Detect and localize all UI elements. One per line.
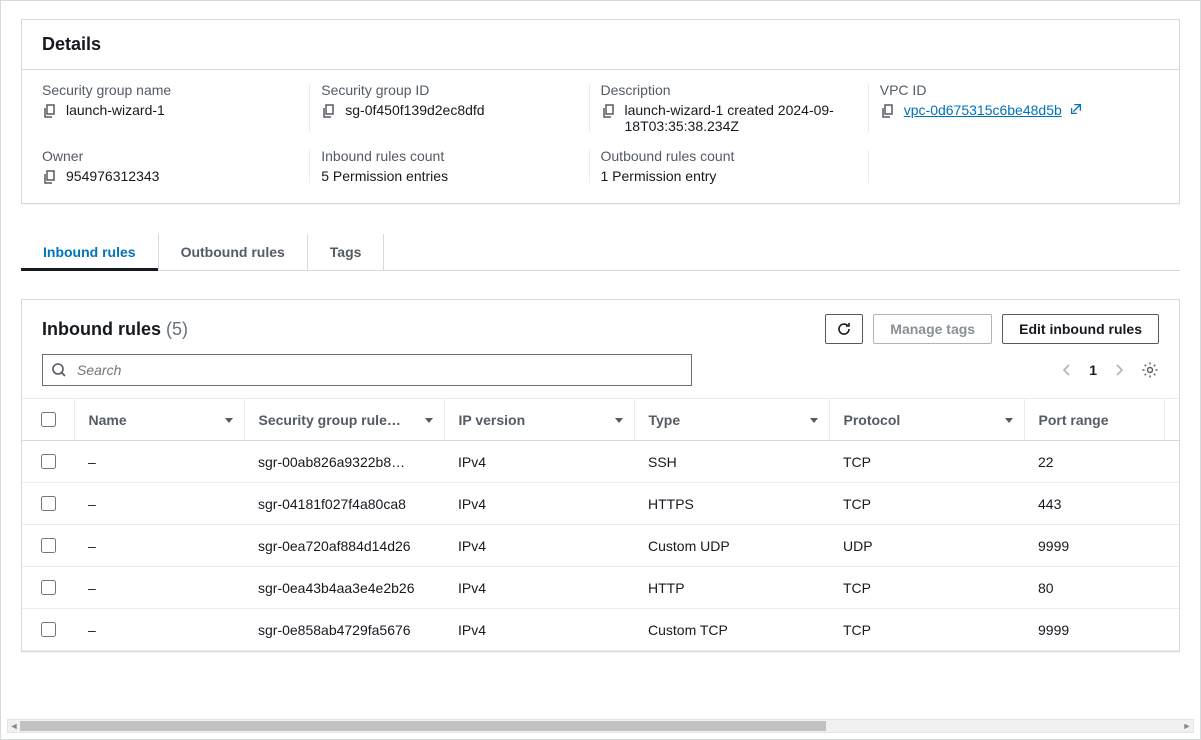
prev-page-button[interactable] [1061, 364, 1073, 376]
sort-icon[interactable] [809, 415, 819, 425]
description-label: Description [601, 82, 859, 98]
outbound-count-label: Outbound rules count [601, 148, 859, 164]
search-icon [51, 362, 67, 378]
inbound-count-label: Inbound rules count [321, 148, 579, 164]
row-checkbox[interactable] [41, 580, 56, 595]
tab-inbound-rules[interactable]: Inbound rules [21, 234, 159, 270]
cell-port-range: 9999 [1024, 609, 1164, 651]
vpc-id-link[interactable]: vpc-0d675315c6be48d5b [904, 102, 1062, 118]
cell-ip-version: IPv4 [444, 609, 634, 651]
sg-id-label: Security group ID [321, 82, 579, 98]
row-checkbox[interactable] [41, 622, 56, 637]
sort-icon[interactable] [614, 415, 624, 425]
cell-rule-id: sgr-00ab826a9322b8… [244, 441, 444, 483]
manage-tags-button[interactable]: Manage tags [873, 314, 992, 344]
inbound-count-value: 5 Permission entries [321, 168, 448, 184]
rules-count: (5) [166, 319, 188, 339]
sort-icon[interactable] [224, 415, 234, 425]
table-row[interactable]: –sgr-04181f027f4a80ca8IPv4HTTPSTCP443 [22, 483, 1179, 525]
tab-outbound-rules[interactable]: Outbound rules [159, 234, 308, 270]
cell-name: – [74, 567, 244, 609]
cell-port-range: 9999 [1024, 525, 1164, 567]
cell-ip-version: IPv4 [444, 441, 634, 483]
external-link-icon [1069, 102, 1083, 116]
sort-icon[interactable] [424, 415, 434, 425]
tabs: Inbound rules Outbound rules Tags [21, 234, 1180, 271]
next-page-button[interactable] [1113, 364, 1125, 376]
horizontal-scrollbar[interactable]: ◄ ► [7, 719, 1194, 733]
scroll-thumb[interactable] [20, 721, 826, 731]
sg-name-value: launch-wizard-1 [66, 102, 165, 118]
copy-icon[interactable] [42, 169, 58, 185]
cell-name: – [74, 483, 244, 525]
table-row[interactable]: –sgr-0ea720af884d14d26IPv4Custom UDPUDP9… [22, 525, 1179, 567]
cell-protocol: TCP [829, 483, 1024, 525]
inbound-rules-table: Name Security group rule… IP version Typ… [22, 399, 1179, 651]
vpc-id-label: VPC ID [880, 82, 1138, 98]
page-number: 1 [1089, 362, 1097, 378]
cell-ip-version: IPv4 [444, 483, 634, 525]
sg-id-value: sg-0f450f139d2ec8dfd [345, 102, 484, 118]
select-all-checkbox[interactable] [41, 412, 56, 427]
rules-title: Inbound rules [42, 319, 161, 339]
details-panel: Details Security group name launch-wizar… [21, 19, 1180, 204]
cell-ip-version: IPv4 [444, 525, 634, 567]
row-checkbox[interactable] [41, 496, 56, 511]
cell-rule-id: sgr-0e858ab4729fa5676 [244, 609, 444, 651]
cell-rule-id: sgr-0ea43b4aa3e4e2b26 [244, 567, 444, 609]
col-ip-version: IP version [444, 399, 634, 441]
col-protocol: Protocol [829, 399, 1024, 441]
cell-protocol: TCP [829, 567, 1024, 609]
cell-type: SSH [634, 441, 829, 483]
search-box[interactable] [42, 354, 692, 386]
refresh-button[interactable] [825, 314, 863, 344]
details-title: Details [22, 20, 1179, 70]
copy-icon[interactable] [42, 103, 58, 119]
cell-rule-id: sgr-0ea720af884d14d26 [244, 525, 444, 567]
owner-label: Owner [42, 148, 300, 164]
edit-inbound-rules-button[interactable]: Edit inbound rules [1002, 314, 1159, 344]
description-value: launch-wizard-1 created 2024-09-18T03:35… [625, 102, 845, 134]
copy-icon[interactable] [601, 103, 617, 119]
copy-icon[interactable] [880, 103, 896, 119]
outbound-count-value: 1 Permission entry [601, 168, 717, 184]
cell-type: Custom TCP [634, 609, 829, 651]
tab-tags[interactable]: Tags [308, 234, 385, 270]
cell-port-range: 80 [1024, 567, 1164, 609]
scroll-left-arrow[interactable]: ◄ [8, 720, 20, 732]
cell-protocol: UDP [829, 525, 1024, 567]
col-port-range: Port range [1024, 399, 1164, 441]
cell-name: – [74, 525, 244, 567]
gear-icon[interactable] [1141, 361, 1159, 379]
col-type: Type [634, 399, 829, 441]
cell-type: Custom UDP [634, 525, 829, 567]
sg-name-label: Security group name [42, 82, 300, 98]
cell-type: HTTPS [634, 483, 829, 525]
cell-protocol: TCP [829, 441, 1024, 483]
sort-icon[interactable] [1004, 415, 1014, 425]
table-row[interactable]: –sgr-0ea43b4aa3e4e2b26IPv4HTTPTCP80 [22, 567, 1179, 609]
search-input[interactable] [75, 361, 683, 379]
row-checkbox[interactable] [41, 454, 56, 469]
cell-rule-id: sgr-04181f027f4a80ca8 [244, 483, 444, 525]
cell-port-range: 22 [1024, 441, 1164, 483]
cell-ip-version: IPv4 [444, 567, 634, 609]
col-rule-id: Security group rule… [244, 399, 444, 441]
scroll-right-arrow[interactable]: ► [1181, 720, 1193, 732]
row-checkbox[interactable] [41, 538, 56, 553]
cell-name: – [74, 609, 244, 651]
cell-port-range: 443 [1024, 483, 1164, 525]
cell-name: – [74, 441, 244, 483]
owner-value: 954976312343 [66, 168, 159, 184]
table-row[interactable]: –sgr-00ab826a9322b8…IPv4SSHTCP22 [22, 441, 1179, 483]
table-row[interactable]: –sgr-0e858ab4729fa5676IPv4Custom TCPTCP9… [22, 609, 1179, 651]
inbound-rules-panel: Inbound rules (5) Manage tags Edit inbou… [21, 299, 1180, 652]
cell-protocol: TCP [829, 609, 1024, 651]
cell-type: HTTP [634, 567, 829, 609]
col-name: Name [74, 399, 244, 441]
refresh-icon [836, 321, 852, 337]
copy-icon[interactable] [321, 103, 337, 119]
